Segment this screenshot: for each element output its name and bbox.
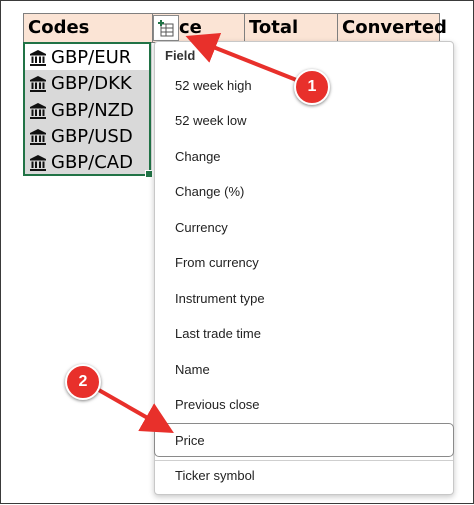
callout-two: 2 — [65, 364, 101, 400]
header-converted[interactable]: Converted — [337, 13, 447, 43]
field-item-price[interactable]: Price — [154, 423, 454, 457]
field-item-last-trade-time[interactable]: Last trade time — [155, 317, 453, 351]
screenshot-frame: Codes ce Total Converted GBP/EUR GBP/DKK… — [0, 0, 474, 504]
field-item-change-percent[interactable]: Change (%) — [155, 175, 453, 209]
insert-data-button[interactable] — [153, 15, 179, 41]
code-label: GBP/CAD — [51, 152, 133, 173]
selected-range[interactable]: GBP/EUR GBP/DKK GBP/NZD GBP/USD GBP/CAD — [23, 42, 153, 178]
callout-one: 1 — [294, 69, 330, 105]
fill-handle[interactable] — [145, 170, 153, 178]
code-label: GBP/USD — [51, 126, 133, 147]
bank-icon — [30, 49, 46, 66]
code-cell[interactable]: GBP/USD — [29, 123, 133, 150]
field-item-52-week-low[interactable]: 52 week low — [155, 104, 453, 138]
field-item-change[interactable]: Change — [155, 140, 453, 174]
header-total[interactable]: Total — [244, 13, 338, 43]
field-item-ticker-symbol[interactable]: Ticker symbol — [155, 459, 453, 493]
field-item-name[interactable]: Name — [155, 353, 453, 387]
insert-data-icon — [158, 20, 174, 37]
code-cell[interactable]: GBP/NZD — [29, 97, 134, 124]
field-item-from-currency[interactable]: From currency — [155, 246, 453, 280]
field-item-instrument-type[interactable]: Instrument type — [155, 282, 453, 316]
code-cell[interactable]: GBP/DKK — [29, 70, 132, 97]
bank-icon — [30, 102, 46, 119]
code-cell[interactable]: GBP/EUR — [29, 44, 131, 71]
code-cell[interactable]: GBP/CAD — [29, 149, 133, 176]
field-item-previous-close[interactable]: Previous close — [155, 388, 453, 422]
bank-icon — [30, 128, 46, 145]
code-label: GBP/NZD — [51, 100, 134, 121]
field-item-currency[interactable]: Currency — [155, 211, 453, 245]
code-label: GBP/DKK — [51, 73, 132, 94]
gridline — [151, 43, 152, 175]
header-codes[interactable]: Codes — [23, 13, 153, 43]
bank-icon — [30, 154, 46, 171]
bank-icon — [30, 75, 46, 92]
code-label: GBP/EUR — [51, 47, 132, 68]
dropdown-header: Field — [165, 48, 196, 63]
field-dropdown[interactable]: Field 52 week high 52 week low Change Ch… — [154, 41, 454, 495]
